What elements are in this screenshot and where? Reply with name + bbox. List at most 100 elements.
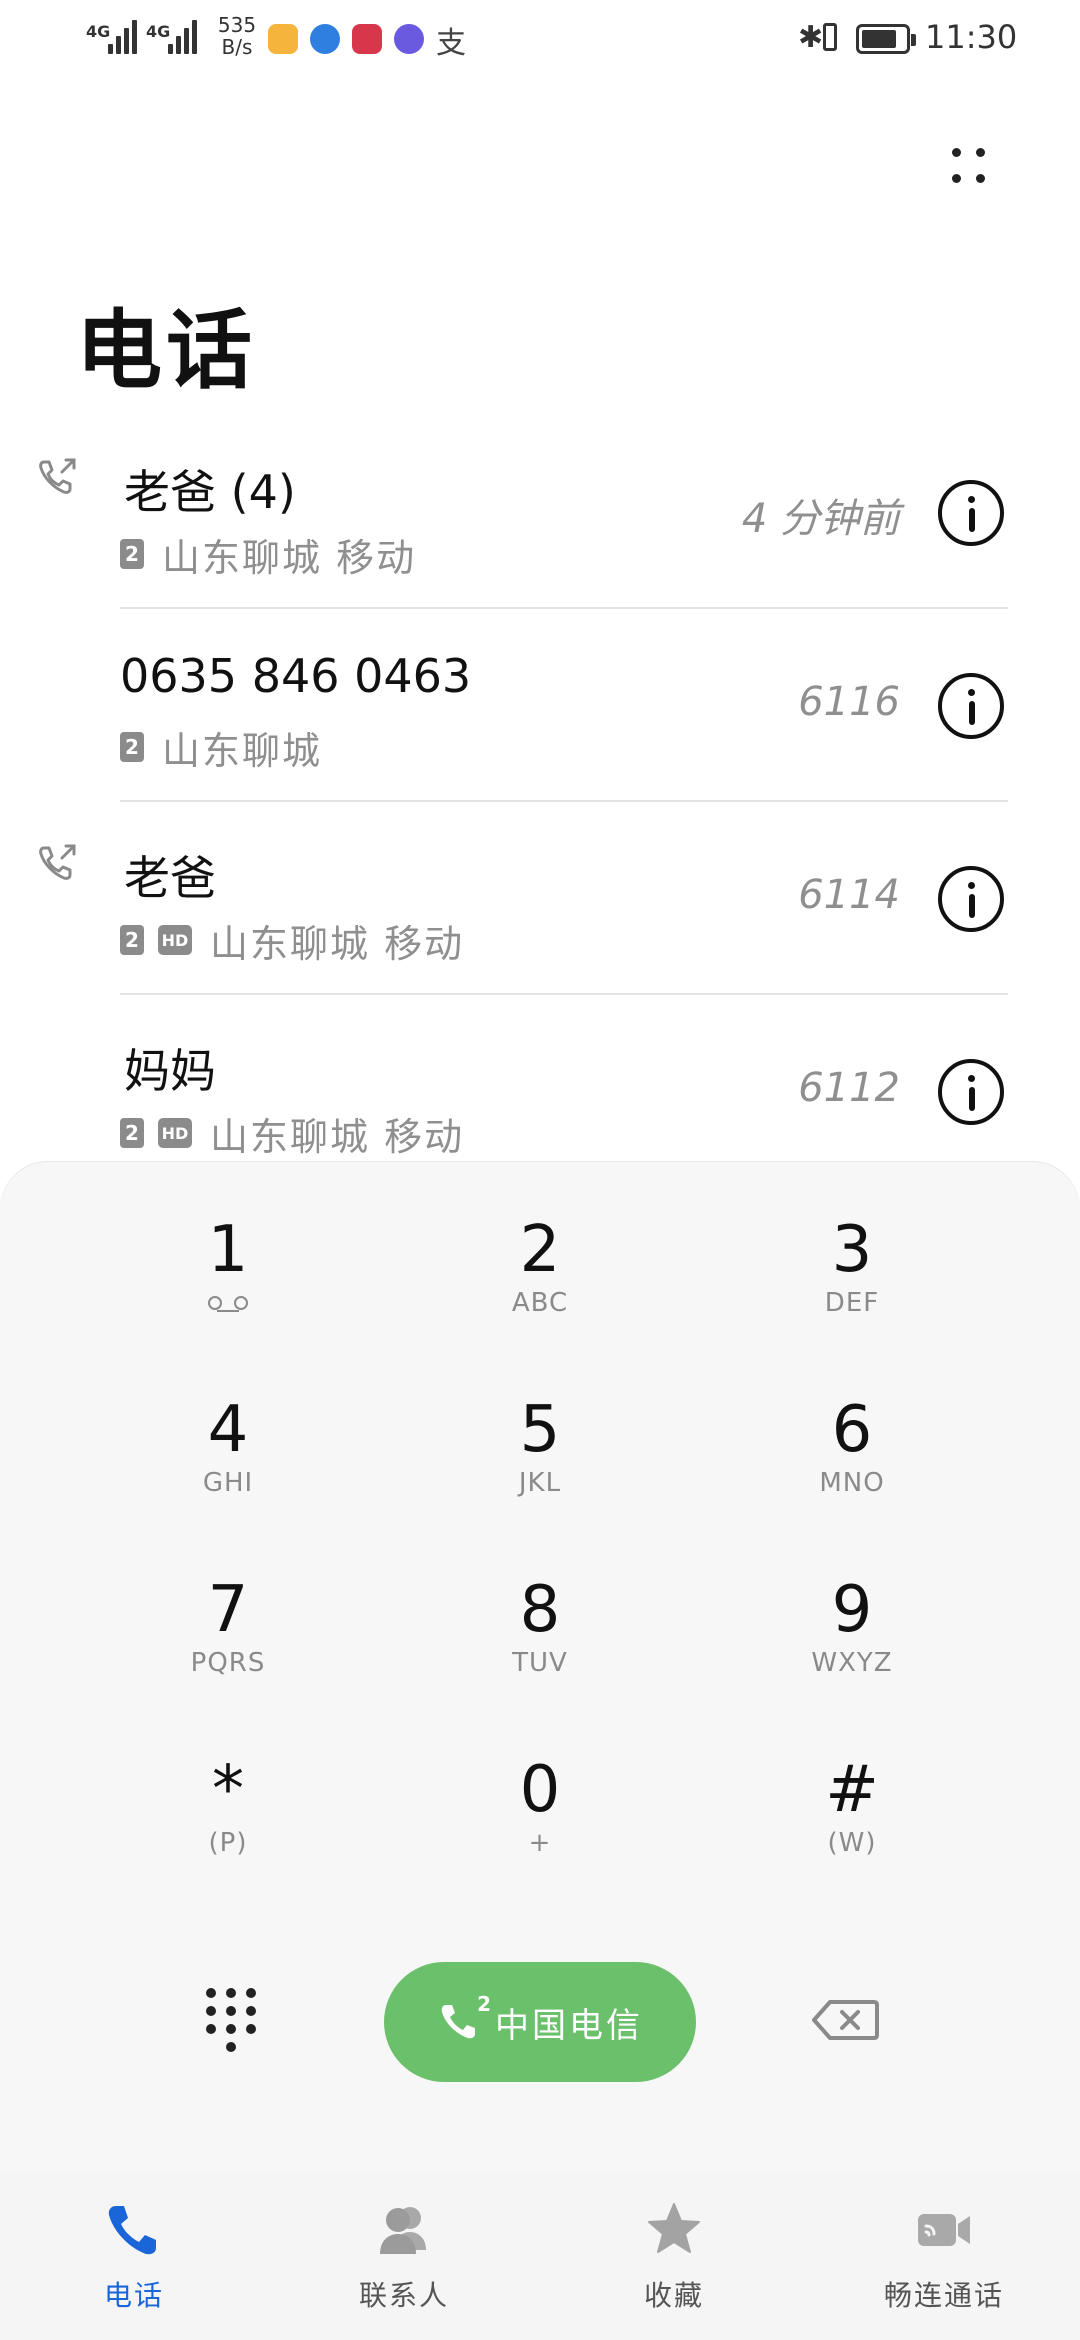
key-letters: (W) xyxy=(827,1828,877,1858)
key-digit: * xyxy=(212,1753,244,1827)
backspace-icon[interactable] xyxy=(810,1998,880,2042)
nav-tab-favorites[interactable]: 收藏 xyxy=(574,2198,774,2318)
call-details: 2 HD 山东聊城 移动 xyxy=(120,920,464,966)
info-icon[interactable] xyxy=(938,480,1004,546)
key-digit: 3 xyxy=(831,1213,873,1287)
key-letters: DEF xyxy=(824,1288,880,1318)
call-details: 2 HD 山东聊城 移动 xyxy=(120,1113,464,1159)
call-log-row[interactable]: 老爸 2 HD 山东聊城 移动 6114 xyxy=(0,802,1080,995)
browser-notification-icon xyxy=(310,24,340,54)
info-icon[interactable] xyxy=(938,673,1004,739)
key-digit: 1 xyxy=(207,1213,249,1287)
app-notification-icon xyxy=(268,24,298,54)
dial-key-6[interactable]: 6 MNO xyxy=(712,1382,992,1532)
dial-key-star[interactable]: * (P) xyxy=(88,1742,368,1892)
dial-key-1[interactable]: 1 xyxy=(88,1202,368,1352)
key-letters: TUV xyxy=(512,1648,568,1678)
network-speed-unit: B/s xyxy=(221,35,253,59)
call-time: 6114 xyxy=(798,872,900,918)
dial-key-9[interactable]: 9 WXYZ xyxy=(712,1562,992,1712)
vibrate-icon xyxy=(823,23,837,51)
carrier-label: 中国电信 xyxy=(495,2005,643,2046)
key-letters: + xyxy=(528,1828,552,1858)
dial-key-8[interactable]: 8 TUV xyxy=(400,1562,680,1712)
sim-badge: 2 xyxy=(120,732,144,762)
key-letters: PQRS xyxy=(190,1648,266,1678)
nav-tab-meetime[interactable]: 畅连通话 xyxy=(844,2198,1044,2318)
phone-icon xyxy=(108,2206,156,2255)
hide-keypad-icon[interactable] xyxy=(200,1982,264,2058)
key-digit: 7 xyxy=(207,1573,249,1647)
key-digit: 8 xyxy=(519,1573,561,1647)
video-call-icon xyxy=(918,2214,970,2246)
hd-badge: HD xyxy=(158,1118,192,1148)
dialpad: 1 2 ABC 3 DEF 4 GHI 5 JKL 6 MNO 7 PQRS 8 xyxy=(0,1162,1080,2172)
network-speed-value: 535 xyxy=(217,13,257,37)
nav-tab-contacts[interactable]: 联系人 xyxy=(304,2198,504,2318)
dial-key-4[interactable]: 4 GHI xyxy=(88,1382,368,1532)
key-letters: JKL xyxy=(518,1468,562,1498)
key-digit: 9 xyxy=(831,1573,873,1647)
call-location: 山东聊城 xyxy=(162,728,323,773)
info-icon[interactable] xyxy=(938,866,1004,932)
sim-badge: 2 xyxy=(120,1118,144,1148)
dial-key-7[interactable]: 7 PQRS xyxy=(88,1562,368,1712)
outgoing-call-icon xyxy=(39,844,76,880)
more-options-icon[interactable] xyxy=(940,136,1000,196)
phone-number: 0635 846 0463 xyxy=(120,649,472,703)
status-clock: 11:30 xyxy=(925,18,1018,56)
sim-badge: 2 xyxy=(120,539,144,569)
key-letters: ABC xyxy=(511,1288,569,1318)
nav-label: 电话 xyxy=(103,2279,164,2312)
call-location: 山东聊城 移动 xyxy=(162,535,417,580)
key-letters: (P) xyxy=(208,1828,248,1858)
phone-icon: 2 xyxy=(437,1992,491,2044)
contact-name: 老爸 xyxy=(124,851,216,905)
call-details: 2 山东聊城 移动 xyxy=(120,534,416,580)
key-letters: WXYZ xyxy=(811,1648,893,1678)
key-digit: 5 xyxy=(519,1393,561,1467)
key-digit: 2 xyxy=(519,1213,561,1287)
voicemail-icon xyxy=(208,1294,248,1314)
nav-label: 收藏 xyxy=(643,2279,704,2312)
nav-tab-phone[interactable]: 电话 xyxy=(34,2198,234,2318)
alipay-icon: 支 xyxy=(436,26,466,61)
bottom-navigation: 电话 联系人 收藏 畅连通话 xyxy=(0,2172,1080,2340)
call-time: 6112 xyxy=(798,1065,900,1111)
contacts-icon xyxy=(380,2207,426,2254)
key-digit: 4 xyxy=(207,1393,249,1467)
call-location: 山东聊城 移动 xyxy=(210,1114,465,1159)
dial-key-2[interactable]: 2 ABC xyxy=(400,1202,680,1352)
network-type-label: 4G xyxy=(86,22,111,41)
call-log-row[interactable]: 老爸 (4) 2 山东聊城 移动 4 分钟前 xyxy=(0,416,1080,609)
key-letters: MNO xyxy=(819,1468,885,1498)
contact-name: 妈妈 xyxy=(124,1044,216,1098)
nav-label: 畅连通话 xyxy=(883,2279,1004,2312)
key-letters: GHI xyxy=(202,1468,254,1498)
phone-app-screen: 4G 4G 535 B/s 支 ✱ 11:30 电话 老爸 (4) 2 山东聊城… xyxy=(0,0,1080,2340)
battery-icon xyxy=(856,24,916,54)
page-title: 电话 xyxy=(76,301,256,401)
bluetooth-icon: ✱ xyxy=(798,20,824,55)
star-icon xyxy=(648,2203,700,2253)
network-speed: 535 B/s xyxy=(214,14,260,58)
call-time: 4 分钟前 xyxy=(741,496,900,542)
music-notification-icon xyxy=(394,24,424,54)
call-log-row[interactable]: 妈妈 2 HD 山东聊城 移动 6112 xyxy=(0,995,1080,1188)
hd-badge: HD xyxy=(158,925,192,955)
key-digit: # xyxy=(825,1753,879,1827)
key-digit: 0 xyxy=(519,1753,561,1827)
network-type-label: 4G xyxy=(146,22,171,41)
dial-key-hash[interactable]: # (W) xyxy=(712,1742,992,1892)
key-digit: 6 xyxy=(831,1393,873,1467)
call-log-row[interactable]: 0635 846 0463 2 山东聊城 6116 xyxy=(0,609,1080,802)
sim-indicator: 2 xyxy=(477,1992,491,2016)
nav-label: 联系人 xyxy=(358,2279,449,2312)
dial-key-0[interactable]: 0 + xyxy=(400,1742,680,1892)
call-time: 6116 xyxy=(798,679,900,725)
dial-key-5[interactable]: 5 JKL xyxy=(400,1382,680,1532)
info-icon[interactable] xyxy=(938,1059,1004,1125)
dial-call-button[interactable]: 2 中国电信 xyxy=(384,1962,696,2082)
dial-key-3[interactable]: 3 DEF xyxy=(712,1202,992,1352)
call-details: 2 山东聊城 xyxy=(120,727,322,773)
